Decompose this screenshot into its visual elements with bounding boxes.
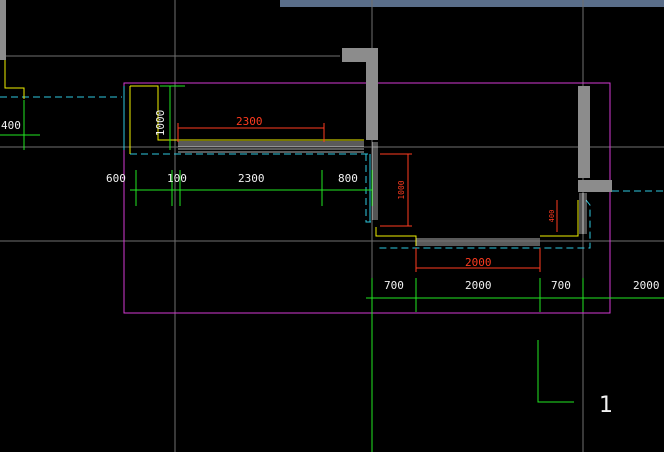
ucs-axis-line [537, 340, 574, 403]
dimension-texts: 400 1000 600 100 2300 800 700 2000 700 2… [1, 110, 660, 292]
wall-block [0, 0, 6, 60]
dim-text-red-small: 400 [548, 210, 556, 223]
dim-text-2300: 2300 [238, 172, 265, 185]
red-dimension-lines [177, 123, 558, 272]
yellow-line [4, 60, 25, 99]
wall-block [578, 180, 612, 192]
dim-text-400: 400 [1, 119, 21, 132]
ucs-label: 1 [599, 393, 613, 418]
cad-drawing-canvas[interactable]: 1 400 1000 600 100 2300 800 700 2000 700… [0, 0, 664, 452]
yellow-line [540, 200, 579, 237]
cyan-dashed-lines [0, 96, 664, 249]
yellow-line [375, 227, 417, 246]
dim-text-2000-right: 2000 [633, 279, 660, 292]
wall-block [342, 48, 378, 140]
dim-text-2000: 2000 [465, 279, 492, 292]
cyan-line [365, 154, 372, 223]
dim-text-1000: 1000 [154, 110, 167, 137]
wall-solids [0, 0, 612, 192]
ucs-axis-icon [537, 340, 574, 403]
dim-text-red-vertical: 1000 [397, 180, 406, 199]
red-dimension-texts: 2300 1000 400 2000 [236, 115, 556, 269]
dim-text-800: 800 [338, 172, 358, 185]
green-dimension-lines [0, 85, 664, 452]
grid-lines [0, 0, 664, 452]
dim-text-100: 100 [167, 172, 187, 185]
dim-text-700-left: 700 [384, 279, 404, 292]
wall-block [578, 86, 590, 178]
viewport-title-bar [280, 0, 664, 7]
dim-text-700-right: 700 [551, 279, 571, 292]
white-wall-lines [178, 141, 587, 246]
dim-text-600: 600 [106, 172, 126, 185]
dim-text-red-2000: 2000 [465, 256, 492, 269]
dim-text-red-2300: 2300 [236, 115, 263, 128]
yellow-outlines [4, 60, 579, 246]
